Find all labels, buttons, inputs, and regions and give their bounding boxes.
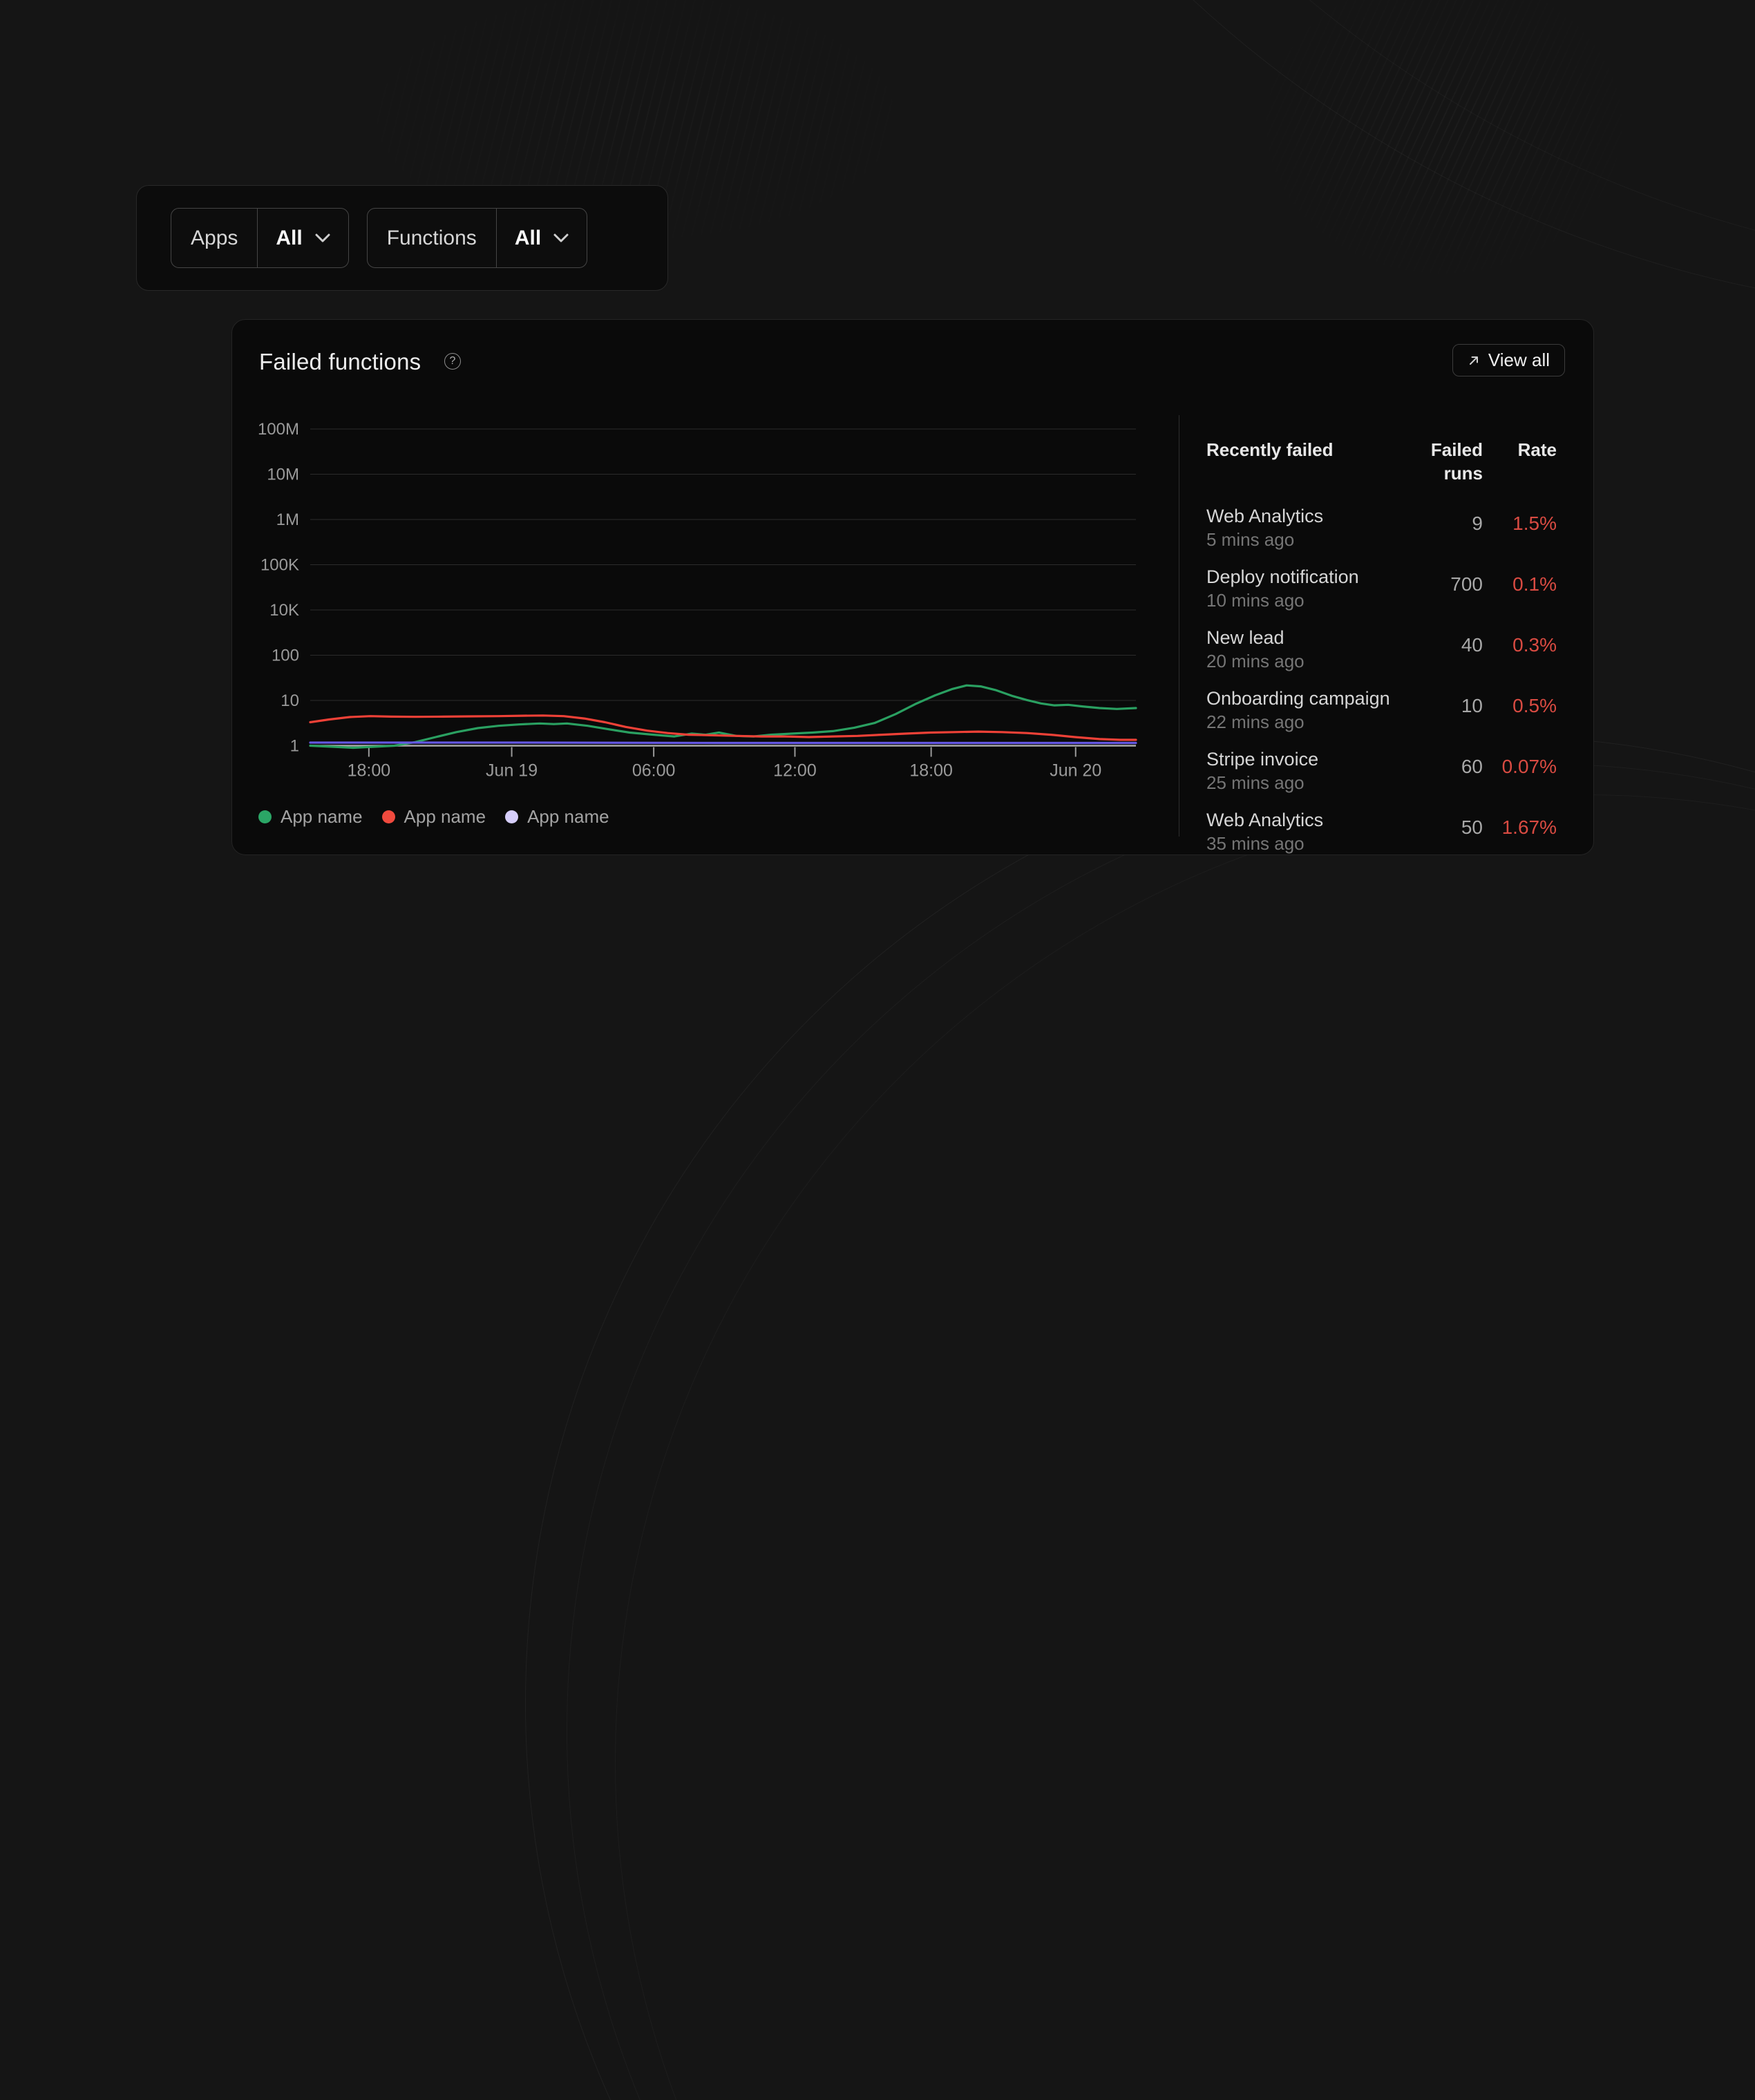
chart-legend: App name App name App name [258,806,609,828]
failure-rate-value: 0.3% [1483,634,1557,656]
failed-rows: Web Analytics5 mins ago91.5%Deploy notif… [1206,504,1557,855]
failed-row-main: Web Analytics35 mins ago [1206,808,1414,855]
failure-rate-value: 0.07% [1483,756,1557,778]
failure-rate-value: 1.67% [1483,817,1557,839]
failed-function-row[interactable]: New lead20 mins ago400.3% [1206,626,1557,673]
failure-rate-value: 0.1% [1483,573,1557,595]
function-name: Web Analytics [1206,504,1414,528]
failed-time: 10 mins ago [1206,589,1414,612]
background-arc [567,763,1755,2100]
svg-text:12:00: 12:00 [773,761,817,781]
svg-text:18:00: 18:00 [348,761,391,781]
dashboard-page: { "filters": { "apps": {"label": "Apps",… [0,0,1755,1050]
failed-functions-card: Failed functions ? View all 100M10M1M100… [231,319,1594,855]
function-name: Deploy notification [1206,565,1414,589]
svg-text:10M: 10M [267,466,299,484]
functions-filter-value: All [515,227,541,250]
header-rate: Rate [1483,438,1557,485]
functions-filter-label: Functions [368,209,496,267]
svg-text:100K: 100K [260,556,299,575]
failed-time: 5 mins ago [1206,528,1414,551]
svg-text:100: 100 [272,647,299,665]
failed-runs-value: 700 [1414,573,1483,595]
function-name: New lead [1206,626,1414,649]
failed-runs-value: 60 [1414,756,1483,778]
header-failed-runs: Failed runs [1414,438,1483,485]
failed-row-main: New lead20 mins ago [1206,626,1414,673]
failed-function-row[interactable]: Web Analytics5 mins ago91.5% [1206,504,1557,551]
apps-filter-label: Apps [171,209,257,267]
failed-row-main: Web Analytics5 mins ago [1206,504,1414,551]
svg-text:1: 1 [290,737,299,756]
function-name: Onboarding campaign [1206,687,1414,710]
legend-dot [505,810,518,823]
legend-item[interactable]: App name [505,806,609,828]
function-name: Stripe invoice [1206,747,1414,771]
svg-text:Jun 20: Jun 20 [1050,761,1101,781]
failed-function-row[interactable]: Deploy notification10 mins ago7000.1% [1206,565,1557,612]
filter-bar: Apps All Functions All [136,185,668,291]
failed-time: 25 mins ago [1206,771,1414,794]
chevron-down-icon [315,233,330,242]
failed-time: 20 mins ago [1206,649,1414,673]
background-arc [815,0,1755,312]
failed-runs-value: 9 [1414,513,1483,535]
legend-label: App name [281,806,363,828]
svg-text:1M: 1M [276,510,299,529]
failed-row-main: Stripe invoice25 mins ago [1206,747,1414,794]
header-recently-failed: Recently failed [1206,438,1414,485]
failed-row-main: Onboarding campaign22 mins ago [1206,687,1414,734]
svg-text:18:00: 18:00 [909,761,953,781]
failed-time: 22 mins ago [1206,710,1414,734]
functions-filter-dropdown[interactable]: Functions All [367,208,587,268]
background-stripe-pattern [1230,0,1658,304]
legend-label: App name [527,806,609,828]
chevron-down-icon [553,233,569,242]
failed-time: 35 mins ago [1206,832,1414,855]
background-arc [525,736,1755,2100]
svg-text:100M: 100M [258,420,299,439]
failure-rate-value: 0.5% [1483,695,1557,717]
failed-runs-value: 50 [1414,817,1483,839]
recently-failed-panel: Recently failed Failed runs Rate Web Ana… [1206,438,1557,869]
legend-dot [382,810,395,823]
svg-text:10K: 10K [269,601,299,620]
failed-function-row[interactable]: Stripe invoice25 mins ago600.07% [1206,747,1557,794]
failed-runs-value: 10 [1414,695,1483,717]
panel-header-row: Recently failed Failed runs Rate [1206,438,1557,485]
failed-runs-value: 40 [1414,634,1483,656]
legend-item[interactable]: App name [258,806,363,828]
legend-item[interactable]: App name [382,806,486,828]
failed-row-main: Deploy notification10 mins ago [1206,565,1414,612]
failed-function-row[interactable]: Onboarding campaign22 mins ago100.5% [1206,687,1557,734]
function-name: Web Analytics [1206,808,1414,832]
background-arc [615,794,1755,2100]
legend-dot [258,810,272,823]
legend-label: App name [404,806,486,828]
svg-text:10: 10 [281,691,299,710]
svg-text:06:00: 06:00 [632,761,676,781]
apps-filter-value: All [276,227,302,250]
failed-function-row[interactable]: Web Analytics35 mins ago501.67% [1206,808,1557,855]
apps-filter-dropdown[interactable]: Apps All [171,208,349,268]
failure-rate-value: 1.5% [1483,513,1557,535]
background-arc [884,0,1755,271]
svg-text:Jun 19: Jun 19 [486,761,538,781]
